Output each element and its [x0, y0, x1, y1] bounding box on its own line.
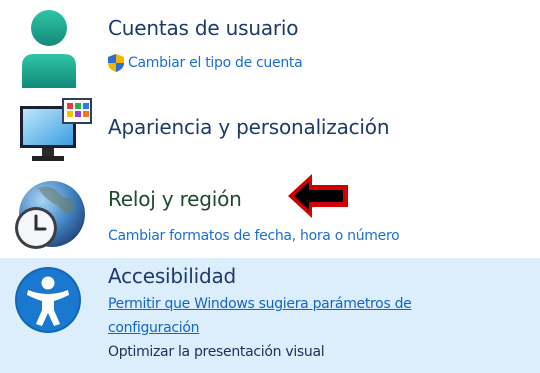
appearance-monitor-icon[interactable]: [18, 98, 96, 164]
change-account-type-link[interactable]: Cambiar el tipo de cuenta: [128, 55, 303, 71]
suggest-settings-link[interactable]: Permitir que Windows sugiera parámetros …: [108, 296, 412, 312]
optimize-visual-display-link[interactable]: Optimizar la presentación visual: [108, 344, 325, 360]
clock-globe-icon[interactable]: [14, 178, 86, 254]
user-accounts-icon[interactable]: [18, 8, 80, 88]
category-appearance: Apariencia y personalización: [0, 94, 540, 170]
category-title[interactable]: Reloj y región: [108, 187, 242, 211]
change-date-formats-link[interactable]: Cambiar formatos de fecha, hora o número: [108, 228, 400, 244]
category-title[interactable]: Accesibilidad: [108, 264, 236, 288]
category-accessibility[interactable]: Accesibilidad Permitir que Windows sugie…: [0, 258, 540, 373]
category-title[interactable]: Apariencia y personalización: [108, 115, 389, 139]
accessibility-icon[interactable]: [14, 266, 82, 334]
suggest-settings-link-cont[interactable]: configuración: [108, 320, 199, 336]
annotation-arrow-icon: [286, 172, 350, 220]
category-title[interactable]: Cuentas de usuario: [108, 16, 298, 40]
category-clock-region: Reloj y región Cambiar formatos de fecha…: [0, 170, 540, 258]
uac-shield-icon: [108, 54, 124, 72]
category-user-accounts: Cuentas de usuario Cambiar el tipo de cu…: [0, 0, 540, 94]
